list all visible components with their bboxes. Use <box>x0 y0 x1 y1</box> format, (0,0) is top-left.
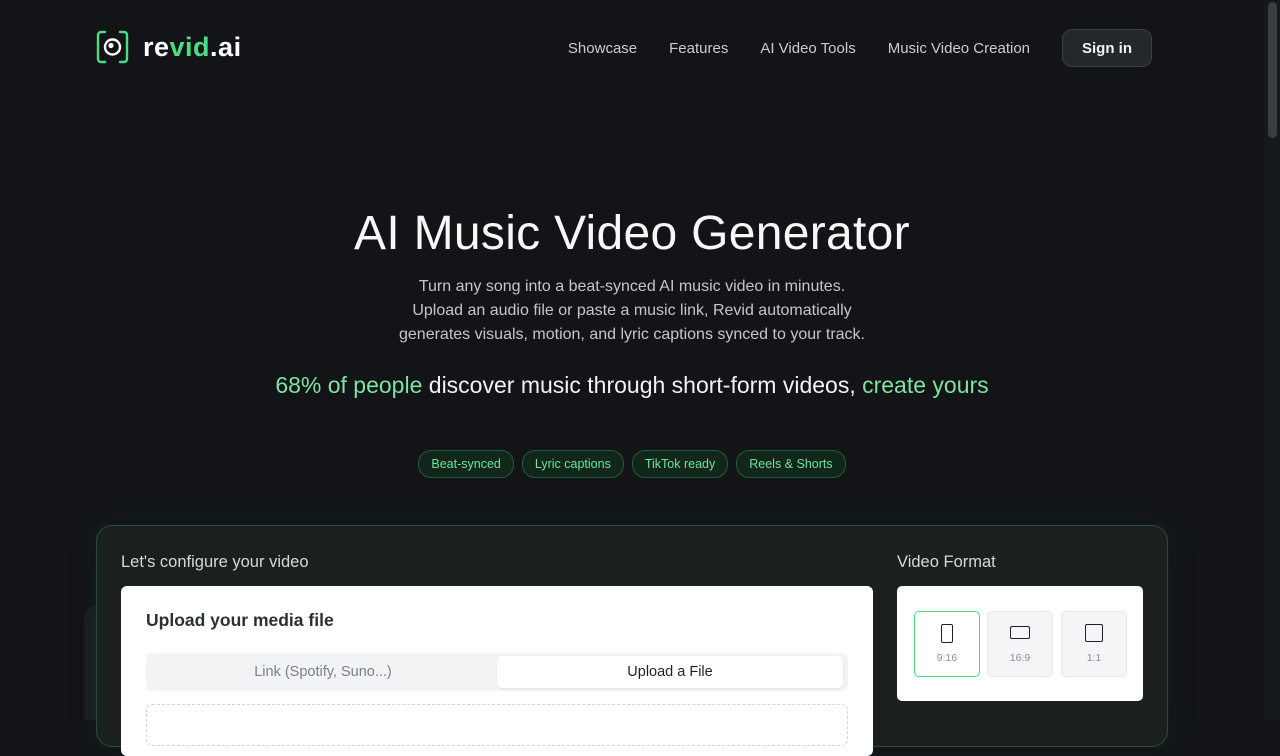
nav-showcase[interactable]: Showcase <box>568 40 637 57</box>
revid-logo[interactable]: revid.ai <box>96 30 242 64</box>
hero-description-line: generates visuals, motion, and lyric cap… <box>399 326 865 343</box>
chip-tiktok-ready: TikTok ready <box>631 450 729 478</box>
scrollbar-thumb[interactable] <box>1268 2 1277 138</box>
portrait-icon <box>941 624 953 643</box>
format-label: 9:16 <box>936 652 958 664</box>
nav-music-video-creation[interactable]: Music Video Creation <box>888 40 1030 57</box>
hero-description-line: Upload an audio file or paste a music li… <box>412 302 852 319</box>
camera-eye-icon <box>96 30 129 64</box>
main-nav: Showcase Features AI Video Tools Music V… <box>568 28 1152 68</box>
tagline-stat: 68% of people <box>275 372 423 398</box>
tab-link[interactable]: Link (Spotify, Suno...) <box>149 656 497 688</box>
hero-tagline: 68% of people discover music through sho… <box>0 372 1264 399</box>
hero-description-line: Turn any song into a beat-synced AI musi… <box>418 278 846 295</box>
page-title: AI Music Video Generator <box>354 207 910 260</box>
format-option-1-1[interactable]: 1:1 <box>1061 611 1127 677</box>
video-config-panel: Let's configure your video Video Format … <box>96 525 1168 756</box>
chip-beat-synced: Beat-synced <box>418 450 514 478</box>
feature-chips: Beat-synced Lyric captions TikTok ready … <box>0 450 1264 478</box>
scrollbar-track[interactable] <box>1264 0 1280 720</box>
file-dropzone[interactable] <box>146 704 848 746</box>
nav-features[interactable]: Features <box>669 40 728 57</box>
format-option-16-9[interactable]: 16:9 <box>987 611 1053 677</box>
config-title: Let's configure your video <box>121 553 309 571</box>
nav-ai-video-tools[interactable]: AI Video Tools <box>760 40 855 57</box>
tab-upload-file[interactable]: Upload a File <box>497 656 843 688</box>
chip-lyric-captions: Lyric captions <box>521 450 624 478</box>
site-header: revid.ai Showcase Features AI Video Tool… <box>96 28 1152 68</box>
video-format-card: 9:16 16:9 1:1 <box>897 586 1143 701</box>
video-format-title: Video Format <box>897 553 996 571</box>
source-tabs: Link (Spotify, Suno...) Upload a File <box>146 653 848 691</box>
chip-reels-shorts: Reels & Shorts <box>736 450 846 478</box>
upload-title: Upload your media file <box>146 610 334 630</box>
hero-description: Turn any song into a beat-synced AI musi… <box>0 275 1264 347</box>
landscape-icon <box>1010 626 1030 639</box>
format-option-9-16[interactable]: 9:16 <box>914 611 980 677</box>
tagline-cta: create yours <box>862 372 989 398</box>
upload-media-card: Upload your media file Link (Spotify, Su… <box>121 586 873 756</box>
tagline-text: discover music through short-form videos… <box>422 372 863 398</box>
square-icon <box>1085 624 1103 642</box>
brand-name: revid.ai <box>143 31 242 62</box>
sign-in-button[interactable]: Sign in <box>1062 29 1152 67</box>
format-label: 1:1 <box>1086 652 1102 664</box>
format-label: 16:9 <box>1009 652 1031 664</box>
